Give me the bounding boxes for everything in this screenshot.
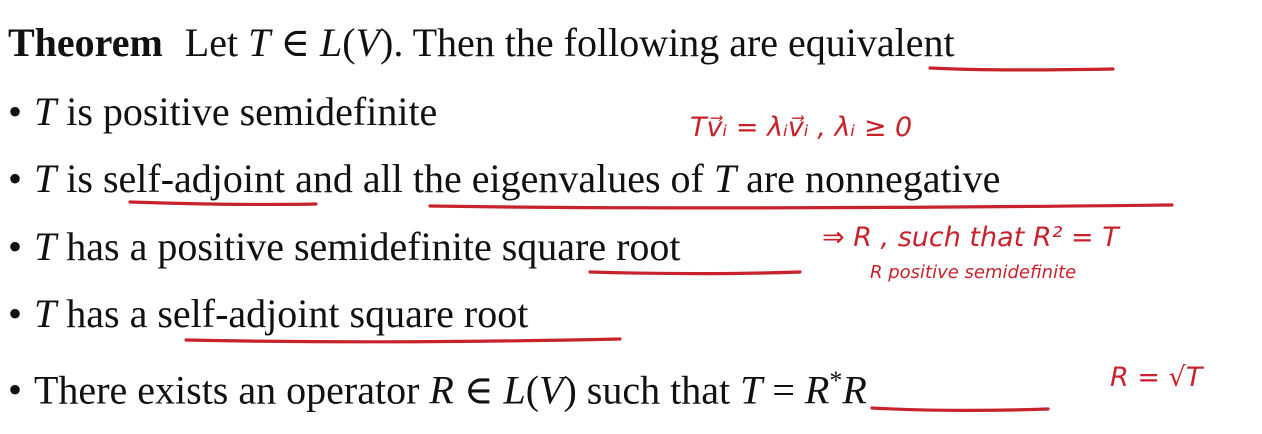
- item-subject: T: [34, 224, 57, 269]
- item-text: is: [56, 156, 103, 201]
- item-in: ∈: [453, 367, 504, 413]
- item-subject: T: [34, 156, 57, 201]
- item-R: R: [429, 367, 454, 413]
- item-underlined-self-adjoint-square-root: self-adjoint square root: [157, 291, 529, 336]
- handwritten-sqrt-note: R = √T: [1110, 362, 1203, 393]
- item-positive-semidefinite: • T is positive semidefinite: [8, 88, 437, 136]
- item-underlined-eigenvalues: all the eigenvalues of: [362, 156, 714, 201]
- item-operator-exists: • There exists an operator R ∈ L(V) such …: [8, 357, 867, 414]
- item-eq-sign: =: [762, 367, 805, 413]
- item-eq-R2: R: [842, 367, 867, 413]
- item-positive-square-root: • T has a positive semidefinite square ro…: [8, 223, 681, 271]
- item-V: V: [539, 367, 564, 413]
- item-text: There exists an operator: [34, 367, 430, 413]
- bullet: •: [8, 89, 23, 134]
- statement-lp: (: [342, 20, 356, 65]
- handwritten-root-note: ⇒ R , such that R² = T: [822, 222, 1119, 253]
- item-text: has a: [56, 291, 158, 336]
- item-text: is positive semidefinite: [56, 89, 438, 134]
- underline-eigenvalues-nonnegative: [428, 203, 1174, 210]
- item-subject: T: [34, 89, 57, 134]
- item-eq-star: *: [829, 366, 843, 395]
- bullet: •: [8, 291, 23, 336]
- statement-T: T: [248, 20, 271, 65]
- item-text: has a positive semidefinite: [56, 224, 502, 269]
- theorem-statement: Theorem Let T ∈ L(V). Then the following …: [8, 19, 955, 67]
- underline-equivalent: [928, 66, 1115, 72]
- underline-T-eq-RstarR: [870, 406, 1050, 412]
- statement-V: V: [355, 20, 380, 65]
- item-underlined-self-adjoint: self-adjoint: [102, 156, 286, 201]
- item-self-adjoint-eigenvalues: • T is self-adjoint and all the eigenvalu…: [8, 155, 1000, 203]
- statement-post: . Then the following are: [393, 20, 789, 65]
- item-subject: T: [34, 291, 57, 336]
- statement-rp: ): [379, 20, 394, 65]
- handwritten-eigen-note: Tv⃗ᵢ = λᵢv⃗ᵢ , λᵢ ≥ 0: [690, 112, 913, 143]
- theorem-heading: Theorem: [8, 20, 163, 65]
- underline-square-root: [588, 270, 802, 276]
- item-self-adjoint-square-root: • T has a self-adjoint square root: [8, 290, 528, 338]
- item-eq-T: T: [740, 367, 763, 413]
- statement-pre: Let: [184, 20, 249, 65]
- item-eigen-T: T: [713, 156, 737, 201]
- statement-key-word: equivalent: [788, 20, 955, 65]
- item-underlined-nonnegative: are nonnegative: [736, 156, 1001, 201]
- bullet: •: [8, 156, 23, 201]
- underline-self-adjoint-square-root: [184, 337, 622, 344]
- item-eq-R: R: [804, 367, 830, 413]
- item-underlined-square-root: square root: [501, 224, 681, 269]
- item-L: L: [503, 367, 526, 413]
- item-text: such that: [576, 367, 741, 413]
- handwritten-psd-note: R positive semidefinite: [870, 262, 1077, 283]
- statement-in: ∈: [270, 20, 320, 65]
- bullet: •: [8, 367, 23, 413]
- statement-L: L: [319, 20, 343, 65]
- item-rp: ): [563, 367, 577, 413]
- item-text: and: [285, 156, 363, 201]
- item-lp: (: [525, 367, 540, 413]
- bullet: •: [8, 224, 23, 269]
